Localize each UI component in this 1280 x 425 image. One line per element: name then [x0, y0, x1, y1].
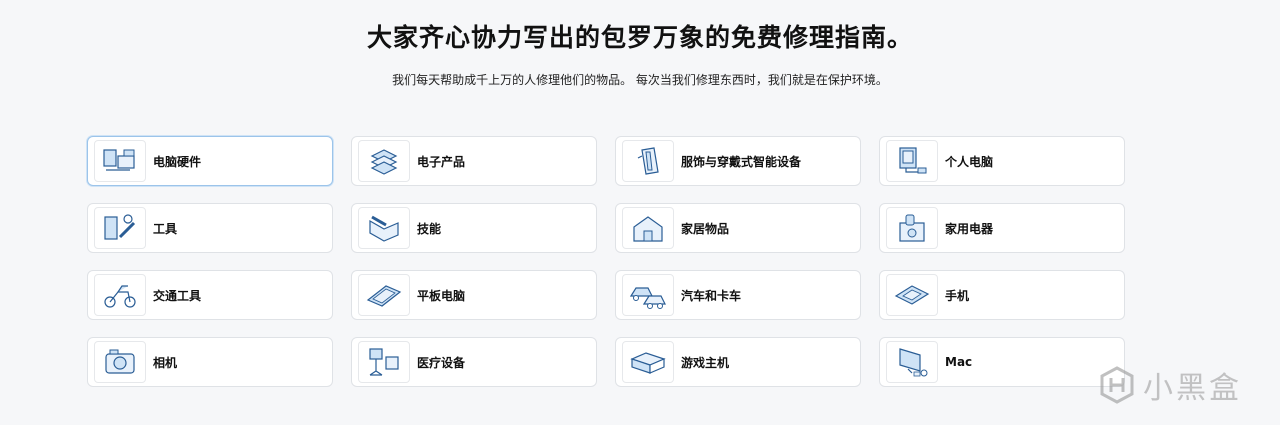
mac-icon: [899, 348, 928, 377]
watermark-text: 小黑盒: [1143, 371, 1242, 406]
vehicle-icon: [104, 285, 136, 308]
category-label: 工具: [153, 221, 178, 236]
category-card-tools[interactable]: 工具: [87, 203, 333, 253]
category-label: 个人电脑: [945, 154, 994, 169]
category-label: 手机: [945, 288, 970, 303]
category-label: 交通工具: [153, 288, 202, 303]
camera-icon: [105, 349, 135, 374]
game-console-icon: [630, 352, 666, 374]
category-card-vehicle[interactable]: 交通工具: [87, 270, 333, 320]
category-label: 家用电器: [945, 221, 994, 236]
medical-device-icon: [369, 348, 399, 376]
car-truck-icon: [629, 287, 666, 309]
category-card-tablet[interactable]: 平板电脑: [351, 270, 597, 320]
hero-title: 大家齐心协力写出的包罗万象的免费修理指南。: [366, 23, 913, 52]
appliance-icon: [899, 214, 925, 242]
computer-hardware-icon: [103, 149, 135, 171]
category-label: 家居物品: [681, 221, 730, 236]
category-label: 汽车和卡车: [681, 288, 742, 303]
household-icon: [633, 216, 663, 242]
category-label: 电子产品: [417, 154, 466, 169]
category-label: 相机: [153, 355, 178, 370]
category-card-appliance[interactable]: 家用电器: [879, 203, 1125, 253]
category-card-computer-hardware[interactable]: 电脑硬件: [87, 136, 333, 186]
category-card-electronics[interactable]: 电子产品: [351, 136, 597, 186]
category-card-mac[interactable]: Mac: [879, 337, 1125, 387]
category-card-game-console[interactable]: 游戏主机: [615, 337, 861, 387]
category-card-phone[interactable]: 手机: [879, 270, 1125, 320]
category-card-pc[interactable]: 个人电脑: [879, 136, 1125, 186]
category-card-apparel[interactable]: 服饰与穿戴式智能设备: [615, 136, 861, 186]
category-card-camera[interactable]: 相机: [87, 337, 333, 387]
hero-subtitle: 我们每天帮助成千上万的人修理他们的物品。 每次当我们修理东西时，我们就是在保护环…: [392, 73, 888, 87]
category-label: 游戏主机: [681, 355, 730, 370]
category-card-medical[interactable]: 医疗设备: [351, 337, 597, 387]
category-label: 服饰与穿戴式智能设备: [681, 154, 802, 169]
category-label: 医疗设备: [417, 355, 466, 370]
category-label: 技能: [417, 221, 442, 236]
apparel-wearables-icon: [637, 147, 659, 175]
category-label: Mac: [945, 355, 973, 369]
tablet-icon: [366, 285, 402, 307]
phone-icon: [894, 285, 930, 305]
electronics-icon: [370, 149, 398, 175]
heybox-logo-icon: [1100, 366, 1134, 404]
category-grid: 电脑硬件 电子产品 服饰与穿戴式智能设备 个人电脑 工具 技能 家居物品 家用电…: [87, 136, 1125, 387]
pc-icon: [899, 147, 927, 174]
category-label: 平板电脑: [417, 288, 466, 303]
category-card-car-truck[interactable]: 汽车和卡车: [615, 270, 861, 320]
category-card-skills[interactable]: 技能: [351, 203, 597, 253]
tools-icon: [104, 214, 136, 240]
watermark: 小黑盒: [1097, 363, 1242, 407]
category-label: 电脑硬件: [153, 154, 202, 169]
category-card-household[interactable]: 家居物品: [615, 203, 861, 253]
skills-icon: [369, 215, 399, 242]
